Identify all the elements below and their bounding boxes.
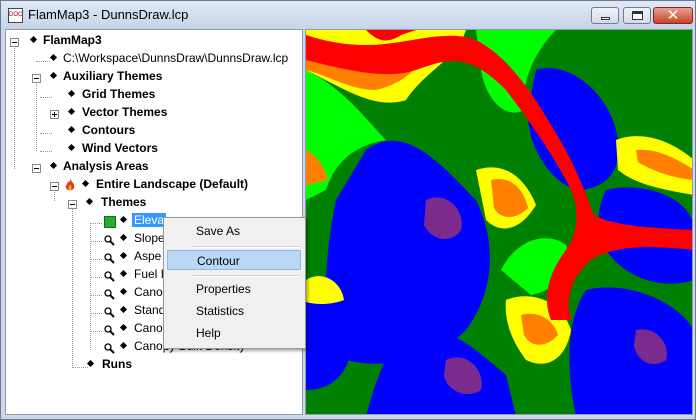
menu-item-help[interactable]: Help	[167, 323, 301, 343]
node-bullet-icon	[119, 341, 128, 350]
map-view[interactable]	[305, 29, 693, 415]
collapse-icon[interactable]	[68, 200, 77, 209]
node-bullet-icon	[119, 269, 128, 278]
tree-line	[90, 277, 102, 278]
tree-landscape-file[interactable]: C:\Workspace\DunnsDraw\DunnsDraw.lcp	[63, 49, 288, 67]
maximize-icon	[632, 11, 643, 20]
context-menu: Save As Contour Properties Statistics He…	[163, 217, 306, 349]
menu-separator	[193, 275, 301, 277]
tree-line	[14, 43, 15, 169]
tree-line	[40, 151, 52, 152]
node-bullet-icon	[119, 215, 128, 224]
tree-line	[72, 367, 88, 368]
tree-line	[40, 133, 52, 134]
tree-line	[90, 313, 102, 314]
tree-line	[90, 241, 102, 242]
fire-icon	[65, 179, 75, 191]
tree-theme-stand-height[interactable]: Stand	[134, 301, 165, 319]
tree-entire-landscape[interactable]: Entire Landscape (Default)	[96, 175, 248, 193]
close-button[interactable]: ✕	[653, 6, 693, 24]
collapse-icon[interactable]	[32, 164, 41, 173]
magnifier-icon	[104, 307, 115, 318]
title-bar[interactable]: DOC FlamMap3 - DunnsDraw.lcp ✕	[1, 1, 695, 29]
menu-item-contour[interactable]: Contour	[167, 250, 301, 270]
window-title: FlamMap3 - DunnsDraw.lcp	[28, 7, 189, 22]
tree-vector-themes[interactable]: Vector Themes	[82, 103, 167, 121]
tree-line	[36, 61, 50, 62]
tree-theme-slope[interactable]: Slope	[134, 229, 165, 247]
node-bullet-icon	[119, 233, 128, 242]
magnifier-icon	[104, 235, 115, 246]
node-bullet-icon	[67, 125, 76, 134]
tree-grid-themes[interactable]: Grid Themes	[82, 85, 155, 103]
node-bullet-icon	[67, 107, 76, 116]
magnifier-icon	[104, 343, 115, 354]
node-bullet-icon	[49, 71, 58, 80]
tree-runs[interactable]: Runs	[102, 355, 132, 373]
minimize-button[interactable]	[591, 7, 619, 24]
minimize-icon	[601, 17, 610, 20]
tree-line	[90, 259, 102, 260]
maximize-button[interactable]	[623, 7, 651, 24]
close-icon: ✕	[666, 6, 680, 24]
node-bullet-icon	[49, 161, 58, 170]
menu-item-save-as[interactable]: Save As	[167, 221, 301, 241]
node-bullet-icon	[119, 251, 128, 260]
menu-separator	[193, 246, 301, 248]
active-theme-icon	[104, 216, 116, 228]
node-bullet-icon	[29, 35, 38, 44]
node-bullet-icon	[49, 53, 58, 62]
collapse-icon[interactable]	[50, 182, 59, 191]
tree-themes[interactable]: Themes	[101, 193, 146, 211]
tree-contours[interactable]: Contours	[82, 121, 135, 139]
tree-line	[90, 295, 102, 296]
tree-root[interactable]: FlamMap3	[43, 31, 102, 49]
node-bullet-icon	[67, 89, 76, 98]
node-bullet-icon	[81, 179, 90, 188]
tree-line	[90, 223, 102, 224]
tree-line	[36, 79, 37, 151]
node-bullet-icon	[67, 143, 76, 152]
tree-theme-canopy-base-height[interactable]: Cano	[134, 319, 163, 337]
tree-line	[90, 331, 102, 332]
main-window: DOC FlamMap3 - DunnsDraw.lcp ✕ FlamMap3 …	[0, 0, 696, 420]
magnifier-icon	[104, 253, 115, 264]
node-bullet-icon	[119, 323, 128, 332]
tree-theme-elevation[interactable]: Eleva	[132, 211, 167, 229]
tree-line	[72, 205, 73, 366]
tree-theme-fuel-model[interactable]: Fuel I	[134, 265, 164, 283]
magnifier-icon	[104, 271, 115, 282]
node-bullet-icon	[119, 287, 128, 296]
tree-theme-canopy-cover[interactable]: Cano	[134, 283, 163, 301]
tree-theme-aspect[interactable]: Aspe	[134, 247, 161, 265]
elevation-map[interactable]	[306, 30, 693, 415]
node-bullet-icon	[119, 305, 128, 314]
collapse-icon[interactable]	[32, 74, 41, 83]
tree-auxiliary-themes[interactable]: Auxiliary Themes	[63, 67, 162, 85]
menu-item-statistics[interactable]: Statistics	[167, 301, 301, 321]
expand-icon[interactable]	[50, 110, 59, 119]
tree-wind-vectors[interactable]: Wind Vectors	[82, 139, 158, 157]
node-bullet-icon	[85, 197, 94, 206]
tree-analysis-areas[interactable]: Analysis Areas	[63, 157, 149, 175]
menu-item-properties[interactable]: Properties	[167, 279, 301, 299]
tree-line	[40, 97, 52, 98]
magnifier-icon	[104, 325, 115, 336]
node-bullet-icon	[86, 359, 95, 368]
magnifier-icon	[104, 289, 115, 300]
doc-icon[interactable]: DOC	[8, 8, 23, 23]
collapse-icon[interactable]	[10, 38, 19, 47]
